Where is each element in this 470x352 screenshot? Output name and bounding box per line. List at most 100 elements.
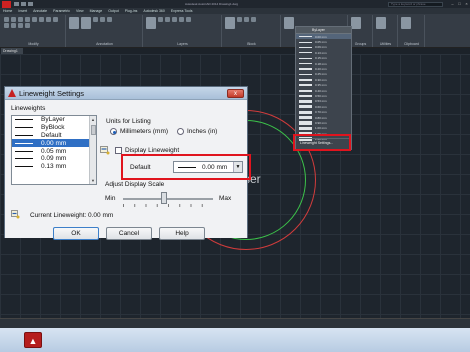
scroll-thumb[interactable] [91, 125, 96, 135]
lineweight-option-label: 0.40 mm [315, 88, 327, 93]
display-lineweight-checkbox[interactable] [115, 147, 122, 154]
lineweight-option-label: 0.20 mm [315, 67, 327, 72]
inches-radio[interactable] [177, 128, 184, 135]
group-icon[interactable] [351, 17, 361, 29]
tab-plugins[interactable]: Plug-ins [125, 9, 138, 13]
array-icon[interactable] [18, 23, 23, 28]
lineweight-list-item[interactable]: ByBlock [12, 124, 96, 132]
copy-icon[interactable] [32, 17, 37, 22]
tab-autodesk360[interactable]: Autodesk 360 [143, 9, 164, 13]
match-properties-icon[interactable] [284, 17, 294, 29]
units-label: Units for Listing [106, 118, 151, 125]
lineweights-scrollbar[interactable]: ▲ ▼ [89, 116, 96, 184]
search-input[interactable]: Type a keyword or phrase [388, 1, 443, 7]
make-current-icon[interactable] [179, 17, 184, 22]
lineweight-sample [15, 158, 33, 160]
open-icon[interactable] [21, 2, 26, 6]
lineweight-sample [299, 105, 312, 109]
millimeters-radio[interactable] [110, 128, 117, 135]
edit-block-icon[interactable] [244, 17, 249, 22]
minimize-button[interactable]: – [449, 1, 456, 7]
ok-button[interactable]: OK [53, 227, 99, 240]
display-lineweight-label[interactable]: Display Lineweight [125, 147, 179, 154]
autocad-taskbar-icon[interactable]: ▲ [24, 332, 42, 348]
new-icon[interactable] [14, 2, 19, 6]
display-scale-slider-thumb[interactable] [160, 192, 167, 204]
tab-express-tools[interactable]: Express Tools [171, 9, 193, 13]
lineweight-sample [299, 100, 312, 103]
tab-view[interactable]: View [76, 9, 84, 13]
lineweight-sample [299, 41, 312, 43]
lineweight-list-item-label: ByBlock [41, 124, 65, 132]
lineweight-option-label: 0.80 mm [315, 115, 327, 120]
display-scale-label: Adjust Display Scale [105, 181, 165, 188]
rotate-icon[interactable] [11, 17, 16, 22]
measure-icon[interactable] [376, 17, 386, 29]
display-scale-slider[interactable] [123, 198, 213, 200]
scale-icon[interactable] [11, 23, 16, 28]
ribbon-panel-label: Annotation [96, 42, 113, 46]
lineweights-list[interactable]: ByLayer ByBlock Default 0.00 mm 0.05 mm 0.09 … [11, 115, 97, 185]
lineweight-dropdown-current[interactable]: ByLayer [296, 27, 351, 34]
scroll-down-icon[interactable]: ▼ [90, 177, 96, 184]
tab-home[interactable]: Home [3, 9, 12, 13]
ribbon-panel-layers: Layers [144, 15, 222, 47]
maximize-button[interactable]: □ [456, 1, 463, 7]
lineweight-sample [299, 121, 312, 125]
lineweights-label: Lineweights [11, 105, 46, 112]
mirror-icon[interactable] [39, 17, 44, 22]
lineweight-option-label: 0.60 mm [315, 104, 327, 109]
millimeters-label[interactable]: Millimeters (mm) [120, 128, 168, 135]
trim-icon[interactable] [18, 17, 23, 22]
layer-state-icon[interactable] [158, 17, 163, 22]
create-block-icon[interactable] [237, 17, 242, 22]
stretch-icon[interactable] [4, 23, 9, 28]
tab-output[interactable]: Output [108, 9, 119, 13]
lineweight-option-label: 1.00 mm [315, 126, 327, 131]
linear-icon[interactable] [93, 17, 98, 22]
table-icon[interactable] [107, 17, 112, 22]
leader-icon[interactable] [100, 17, 105, 22]
layer-freeze-icon[interactable] [172, 17, 177, 22]
lineweight-list-item[interactable]: ByLayer [12, 116, 96, 124]
lineweight-list-item-label: Default [41, 131, 62, 139]
ribbon-panel-annotation: Annotation [67, 15, 143, 47]
edit-attributes-icon[interactable] [251, 17, 256, 22]
close-button[interactable]: × [463, 1, 470, 7]
dialog-body: Lineweights ByLayer ByBlock Default 0.00 mm… [5, 100, 251, 240]
tab-manage[interactable]: Manage [90, 9, 103, 13]
explode-icon[interactable] [53, 17, 58, 22]
match-layer-icon[interactable] [186, 17, 191, 22]
layer-off-icon[interactable] [165, 17, 170, 22]
fillet-icon[interactable] [46, 17, 51, 22]
scroll-up-icon[interactable]: ▲ [90, 116, 96, 123]
lineweight-list-item[interactable]: 0.05 mm [12, 147, 96, 155]
lineweight-option-label: 0.25 mm [315, 72, 327, 77]
text-icon[interactable] [69, 17, 79, 29]
erase-icon[interactable] [25, 17, 30, 22]
dimension-icon[interactable] [81, 17, 91, 29]
current-lineweight-icon [11, 210, 20, 219]
window-title: Autodesk AutoCAD 2014 Drawing1.dwg [184, 2, 239, 6]
tab-parametric[interactable]: Parametric [53, 9, 70, 13]
offset-icon[interactable] [25, 23, 30, 28]
insert-icon[interactable] [225, 17, 235, 29]
lineweight-list-item[interactable]: 0.00 mm [12, 139, 96, 148]
dialog-close-button[interactable]: x [227, 88, 244, 98]
dialog-title-bar[interactable]: Lineweight Settings x [5, 87, 247, 100]
paste-icon[interactable] [401, 17, 411, 29]
save-icon[interactable] [28, 2, 33, 6]
lineweight-sample [15, 150, 33, 152]
move-icon[interactable] [4, 17, 9, 22]
lineweight-list-item[interactable]: Default [12, 132, 96, 140]
tab-annotate[interactable]: Annotate [33, 9, 47, 13]
tab-insert[interactable]: Insert [18, 9, 27, 13]
highlight-box-lineweight-settings [293, 134, 351, 151]
help-button[interactable]: Help [159, 227, 205, 240]
cancel-button[interactable]: Cancel [106, 227, 152, 240]
layer-properties-icon[interactable] [146, 17, 156, 29]
lineweight-list-item[interactable]: 0.09 mm [12, 155, 96, 163]
lineweight-list-item[interactable]: 0.13 mm [12, 163, 96, 171]
inches-label[interactable]: Inches (in) [187, 128, 217, 135]
autocad-logo-icon[interactable] [2, 0, 11, 8]
